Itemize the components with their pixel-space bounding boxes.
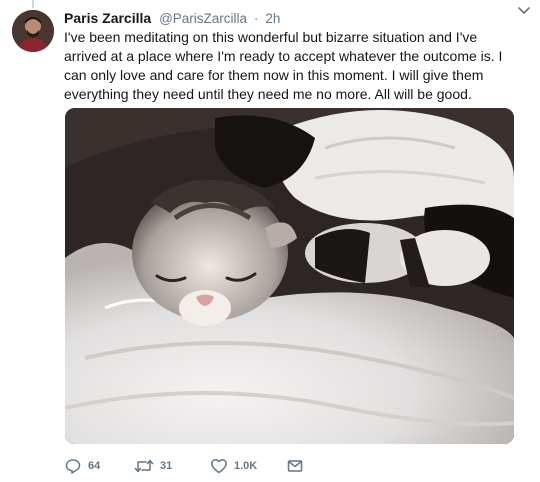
author-handle[interactable]: @ParisZarcilla xyxy=(159,11,247,26)
heart-icon xyxy=(211,459,227,474)
tweet-photo[interactable] xyxy=(65,108,514,444)
tweet-timestamp[interactable]: 2h xyxy=(265,11,280,26)
avatar[interactable] xyxy=(12,10,54,52)
retweet-count: 31 xyxy=(160,460,173,472)
direct-message-button[interactable] xyxy=(286,457,304,475)
reply-icon xyxy=(65,459,81,474)
tweet-header: Paris Zarcilla @ParisZarcilla · 2h xyxy=(64,9,524,27)
author-name[interactable]: Paris Zarcilla xyxy=(64,10,151,26)
reply-button[interactable]: 64 xyxy=(64,457,134,475)
envelope-icon xyxy=(287,460,303,472)
like-count: 1.0K xyxy=(234,460,258,472)
tweet-content: Paris Zarcilla @ParisZarcilla · 2h I've … xyxy=(64,9,524,104)
chevron-down-icon[interactable] xyxy=(516,2,532,18)
tweet-actions: 64 31 1.0K xyxy=(64,456,304,476)
retweet-icon xyxy=(134,459,154,473)
header-separator: · xyxy=(253,11,259,26)
tweet[interactable]: Paris Zarcilla @ParisZarcilla · 2h I've … xyxy=(0,0,540,482)
like-button[interactable]: 1.0K xyxy=(210,457,286,475)
tweet-text: I've been meditating on this wonderful b… xyxy=(64,29,503,102)
reply-count: 64 xyxy=(88,460,101,472)
thread-line xyxy=(32,0,34,8)
retweet-button[interactable]: 31 xyxy=(134,457,210,475)
